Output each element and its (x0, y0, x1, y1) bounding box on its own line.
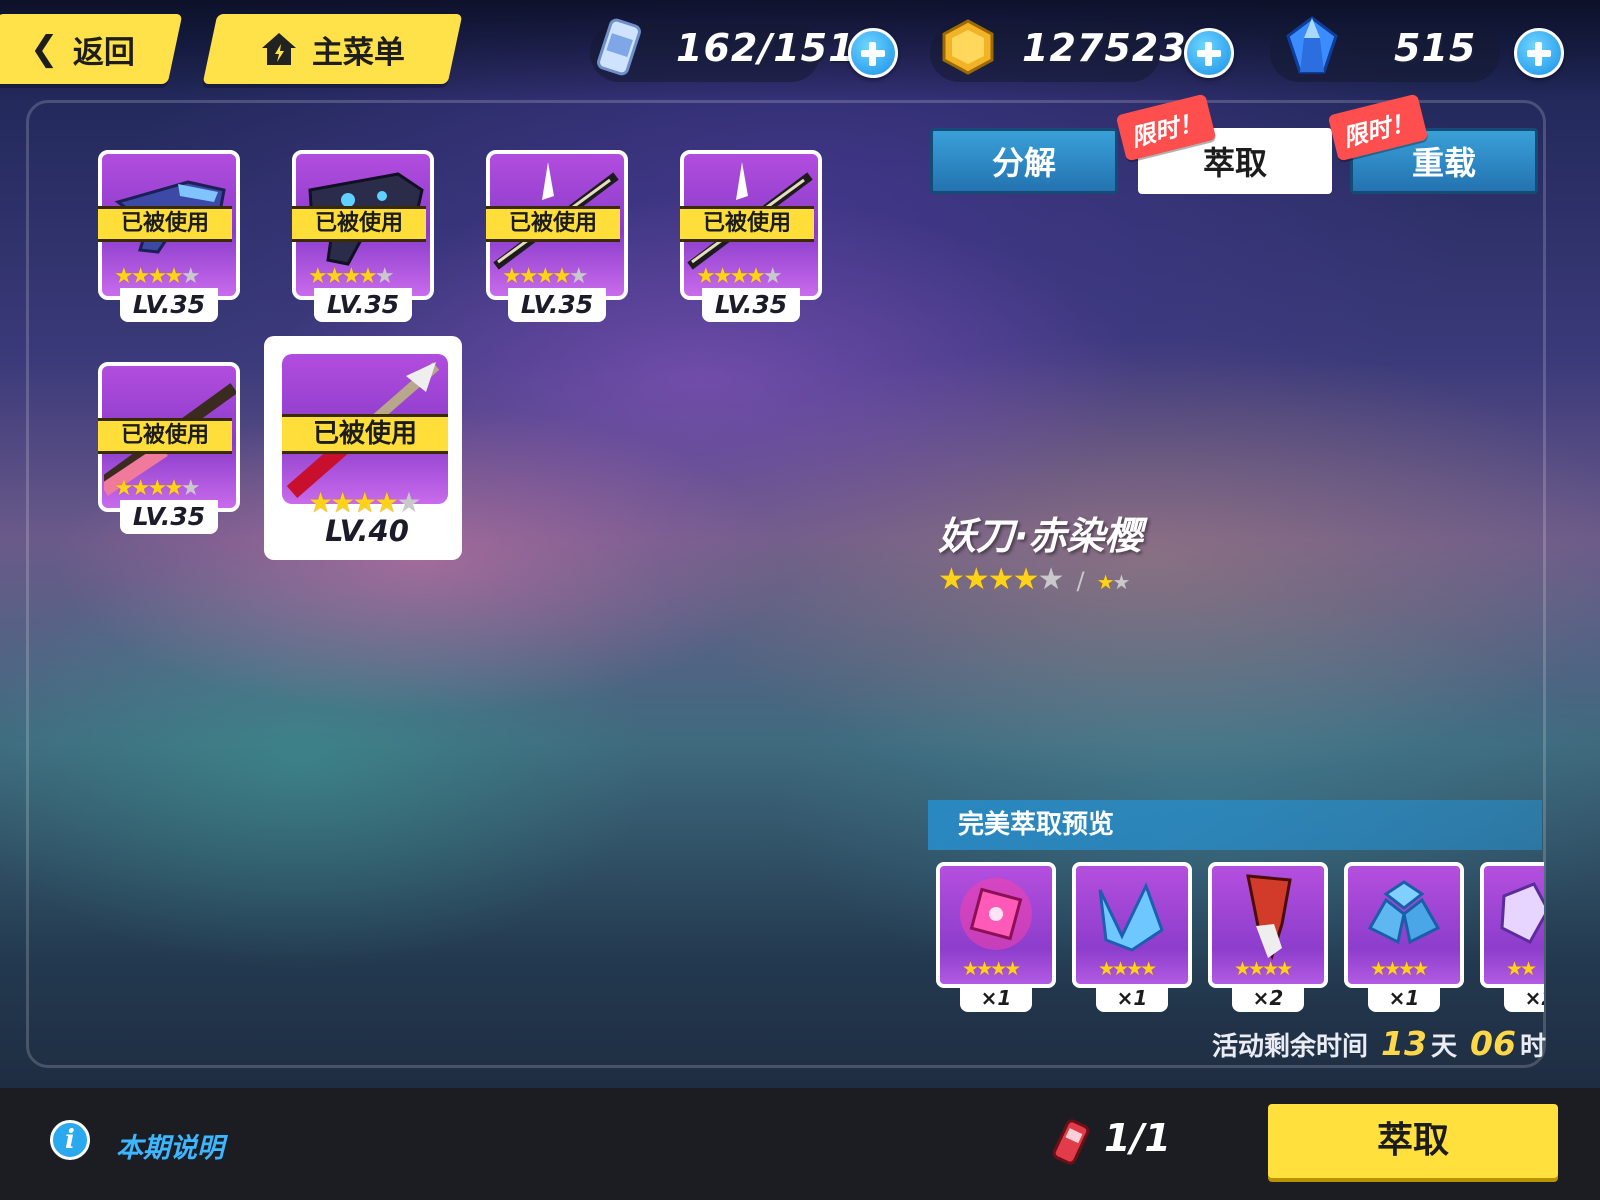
selected-weapon-name: 妖刀·赤染樱 (938, 514, 1143, 558)
timer-days-unit: 天 (1430, 1032, 1457, 1062)
item-quantity: ×1 (960, 984, 1032, 1012)
used-label: 已被使用 (282, 414, 448, 454)
main-menu-button[interactable]: 主菜单 (202, 14, 463, 84)
chevron-left-icon: ❮ (30, 29, 59, 69)
tab-decompose[interactable]: 分解 (930, 128, 1118, 194)
preview-item-4[interactable]: ★★★★ ×1 (1344, 862, 1464, 1012)
item-stars: ★★★★ (962, 958, 1021, 980)
used-label: 已被使用 (486, 206, 620, 242)
rarity-stars: ★★★★★ (114, 476, 201, 501)
crystal-icon (1286, 16, 1338, 74)
crystals-value: 515 (1394, 26, 1477, 70)
extract-button[interactable]: 萃取 (1268, 1104, 1558, 1178)
selected-weapon-rarity: ★★★★★ / ★★ (938, 562, 1130, 597)
used-label: 已被使用 (680, 206, 814, 242)
item-quantity: ×2 (1504, 984, 1544, 1012)
used-label: 已被使用 (98, 418, 232, 454)
weapon-card-4[interactable]: 已被使用 ★★★★★ LV.35 (680, 150, 822, 322)
rarity-stars: ★★★★★ (308, 264, 395, 289)
red-armor-icon (1246, 874, 1292, 961)
weapon-level: LV.35 (508, 288, 606, 322)
preview-item-2[interactable]: ★★★★ ×1 (1072, 862, 1192, 1012)
item-stars: ★★★★ (1234, 958, 1293, 980)
period-description-link[interactable]: 本期说明 (116, 1126, 224, 1165)
preview-items-strip[interactable]: ★★★★ ×1 ★★★★ ×1 ★★★★ ×2 ★★★★ ×1 ★★ × (936, 862, 1544, 1012)
tab-extract-label: 萃取 (1202, 144, 1267, 182)
main-menu-label: 主菜单 (312, 34, 405, 71)
add-crystals-button[interactable] (1514, 28, 1564, 78)
perfect-extract-preview-title: 完美萃取预览 (928, 800, 1542, 850)
used-label: 已被使用 (98, 206, 232, 242)
weapon-level: LV.35 (120, 500, 218, 534)
coin-icon (942, 19, 994, 75)
back-button[interactable]: ❮ 返回 (0, 14, 183, 84)
item-quantity: ×1 (1096, 984, 1168, 1012)
item-stars: ★★ (1506, 958, 1537, 980)
timer-label: 活动剩余时间 (1211, 1032, 1368, 1062)
weapon-card-2[interactable]: 已被使用 ★★★★★ LV.35 (292, 150, 434, 322)
back-label: 返回 (72, 34, 135, 71)
blue-tri-chip-icon (1367, 880, 1441, 945)
stamina-drink-icon (597, 18, 641, 76)
ticket-count: 1/1 (1104, 1116, 1171, 1160)
item-quantity: ×1 (1368, 984, 1440, 1012)
weapon-level: LV.35 (702, 288, 800, 322)
home-icon (262, 33, 296, 65)
weapon-card-5[interactable]: 已被使用 ★★★★★ LV.35 (98, 362, 240, 534)
weapon-level: LV.35 (120, 288, 218, 322)
preview-item-1[interactable]: ★★★★ ×1 (936, 862, 1056, 1012)
add-coins-button[interactable] (1184, 28, 1234, 78)
info-icon[interactable]: i (50, 1120, 90, 1160)
tab-decompose-label: 分解 (991, 144, 1056, 182)
rarity-stars: ★★★★★ (502, 264, 589, 289)
extract-ticket-icon (1052, 1119, 1090, 1165)
weapon-card-6-selected[interactable]: 已被使用 ★★★★★ LV.40 (264, 336, 466, 564)
item-stars: ★★★★ (1370, 958, 1429, 980)
item-stars: ★★★★ (1098, 958, 1157, 980)
blue-crystal-icon (1098, 882, 1164, 952)
rarity-stars: ★★★★★ (696, 264, 783, 289)
purple-gem-icon (1500, 882, 1544, 944)
tab-reload-label: 重载 (1411, 144, 1476, 182)
stamina-value: 162/151 (676, 26, 856, 70)
preview-item-3[interactable]: ★★★★ ×2 (1208, 862, 1328, 1012)
pink-cube-icon (960, 878, 1032, 950)
preview-item-5[interactable]: ★★ ×2 (1480, 862, 1544, 1012)
event-remaining-time: 活动剩余时间 13 天 06 时 (1212, 1024, 1546, 1063)
weapon-level: LV.35 (314, 288, 412, 322)
item-quantity: ×2 (1232, 984, 1304, 1012)
add-stamina-button[interactable] (848, 28, 898, 78)
used-label: 已被使用 (292, 206, 426, 242)
rarity-stars: ★★★★★ (114, 264, 201, 289)
weapon-card-3[interactable]: 已被使用 ★★★★★ LV.35 (486, 150, 628, 322)
timer-days: 13 (1381, 1024, 1427, 1063)
weapon-card-1[interactable]: 已被使用 ★★★★★ LV.35 (98, 150, 240, 322)
timer-hours: 06 (1470, 1024, 1516, 1063)
timer-hours-unit: 时 (1519, 1032, 1546, 1062)
weapon-level: LV.40 (325, 514, 409, 548)
